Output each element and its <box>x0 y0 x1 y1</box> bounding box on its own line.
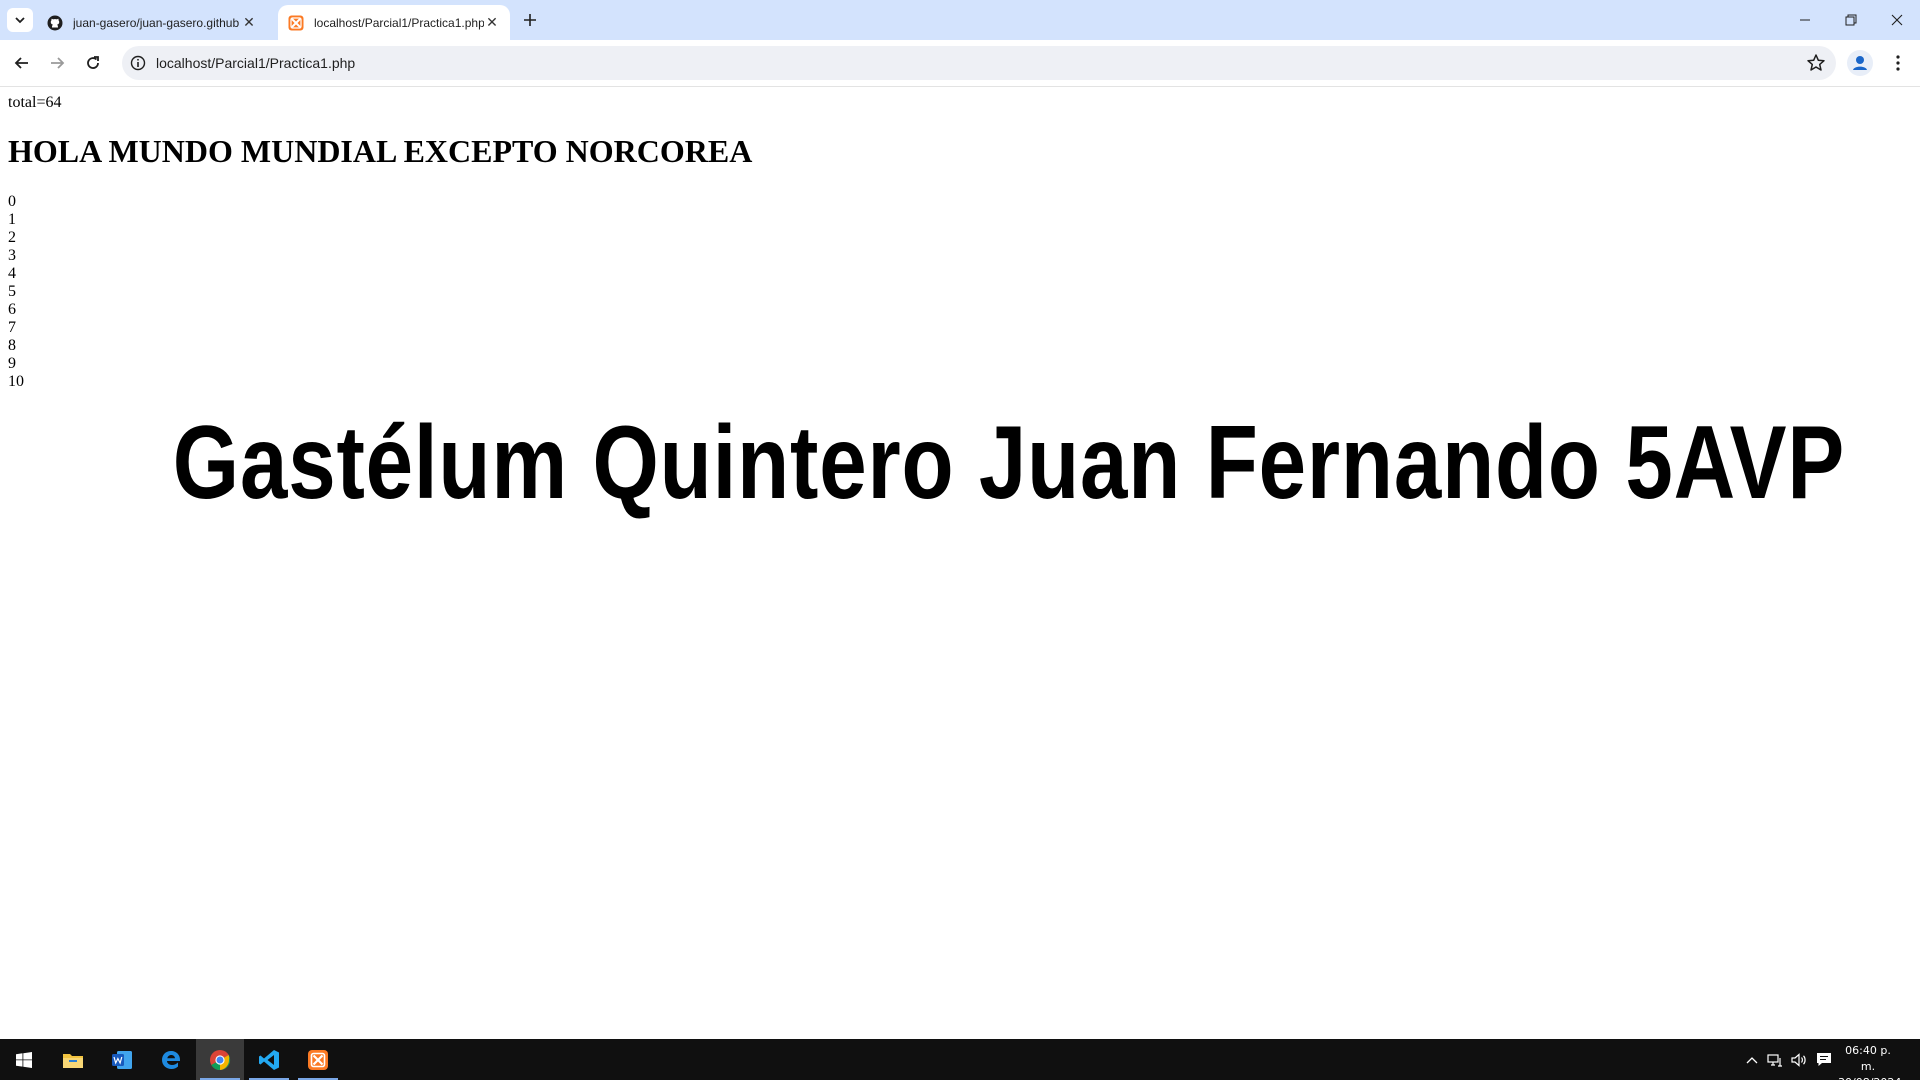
avatar-icon <box>1847 50 1873 76</box>
browser-menu-button[interactable] <box>1884 49 1912 77</box>
url-text: localhost/Parcial1/Practica1.php <box>156 55 356 71</box>
plus-icon <box>524 14 536 26</box>
chevron-up-icon <box>1746 1056 1758 1063</box>
number-line: 9 <box>8 355 16 372</box>
taskbar-xampp[interactable] <box>294 1039 342 1080</box>
close-window-button[interactable] <box>1874 0 1920 40</box>
minimize-button[interactable] <box>1782 0 1828 40</box>
volume-tray-button[interactable] <box>1787 1039 1811 1080</box>
restore-button[interactable] <box>1828 0 1874 40</box>
number-line: 7 <box>8 319 16 336</box>
page-content: total=64 HOLA MUNDO MUNDIAL EXCEPTO NORC… <box>0 87 1920 1039</box>
folder-icon <box>63 1053 83 1068</box>
number-line: 0 <box>8 193 16 210</box>
taskbar-edge[interactable] <box>147 1039 195 1080</box>
taskbar-file-explorer[interactable] <box>49 1039 97 1080</box>
start-button[interactable] <box>0 1039 48 1080</box>
number-line: 5 <box>8 283 16 300</box>
notifications-tray-button[interactable] <box>1812 1039 1836 1080</box>
network-tray-button[interactable] <box>1764 1039 1786 1080</box>
clock-date: 30/08/2024 <box>1838 1076 1902 1089</box>
tab-title: juan-gasero/juan-gasero.github <box>73 15 240 30</box>
page-heading: HOLA MUNDO MUNDIAL EXCEPTO NORCOREA <box>8 133 753 169</box>
more-vertical-icon <box>1896 55 1900 71</box>
xampp-favicon-icon <box>288 15 304 31</box>
bookmark-star-icon[interactable] <box>1806 53 1826 73</box>
tab-search-button[interactable] <box>7 8 33 32</box>
number-line: 1 <box>8 211 16 228</box>
reload-icon <box>87 56 99 69</box>
tab-localhost[interactable]: localhost/Parcial1/Practica1.php ✕ <box>278 5 510 40</box>
info-icon[interactable] <box>130 55 146 71</box>
message-icon <box>1817 1053 1831 1066</box>
back-button[interactable] <box>6 47 38 79</box>
arrow-left-icon <box>14 57 28 69</box>
chevron-down-icon <box>15 17 25 24</box>
profile-button[interactable] <box>1846 49 1874 77</box>
word-icon <box>112 1050 132 1069</box>
number-line: 3 <box>8 247 16 264</box>
number-line: 8 <box>8 337 16 354</box>
arrow-right-icon <box>51 57 65 69</box>
clock-time: 06:40 p. m. <box>1845 1044 1891 1073</box>
taskbar-clock[interactable]: 06:40 p. m. 30/08/2024 <box>1838 1043 1902 1091</box>
taskbar-word[interactable] <box>98 1039 146 1080</box>
tray-overflow-button[interactable] <box>1741 1039 1763 1080</box>
chrome-icon <box>210 1049 231 1070</box>
speaker-icon <box>1791 1052 1806 1067</box>
address-bar[interactable]: localhost/Parcial1/Practica1.php <box>122 46 1836 80</box>
number-list: 0 1 2 3 4 5 6 7 8 9 10 <box>8 193 24 391</box>
reload-button[interactable] <box>77 47 109 79</box>
vscode-icon <box>259 1049 279 1070</box>
taskbar-chrome[interactable] <box>196 1039 244 1080</box>
number-line: 10 <box>8 373 24 390</box>
tab-title: localhost/Parcial1/Practica1.php <box>314 15 484 30</box>
close-icon[interactable]: ✕ <box>241 14 257 31</box>
restore-icon <box>1845 14 1857 26</box>
number-line: 6 <box>8 301 16 318</box>
minimize-icon <box>1800 19 1810 21</box>
edge-icon <box>162 1050 181 1069</box>
browser-tabstrip: juan-gasero/juan-gasero.github ✕ localho… <box>0 0 1920 40</box>
number-line: 2 <box>8 229 16 246</box>
new-tab-button[interactable] <box>519 9 541 31</box>
close-icon[interactable]: ✕ <box>484 14 500 31</box>
windows-start-icon <box>16 1051 32 1068</box>
tab-github[interactable]: juan-gasero/juan-gasero.github ✕ <box>37 5 267 40</box>
total-text: total=64 <box>8 94 62 111</box>
taskbar: 06:40 p. m. 30/08/2024 <box>0 1039 1920 1089</box>
number-line: 4 <box>8 265 16 282</box>
network-icon <box>1767 1053 1782 1067</box>
github-icon <box>47 15 63 31</box>
xampp-icon <box>308 1049 328 1070</box>
taskbar-vscode[interactable] <box>245 1039 293 1080</box>
close-icon <box>1891 14 1903 26</box>
forward-button[interactable] <box>41 47 73 79</box>
student-name-banner: Gastélum Quintero Juan Fernando 5AVP <box>172 405 1846 521</box>
browser-toolbar: localhost/Parcial1/Practica1.php <box>0 40 1920 87</box>
